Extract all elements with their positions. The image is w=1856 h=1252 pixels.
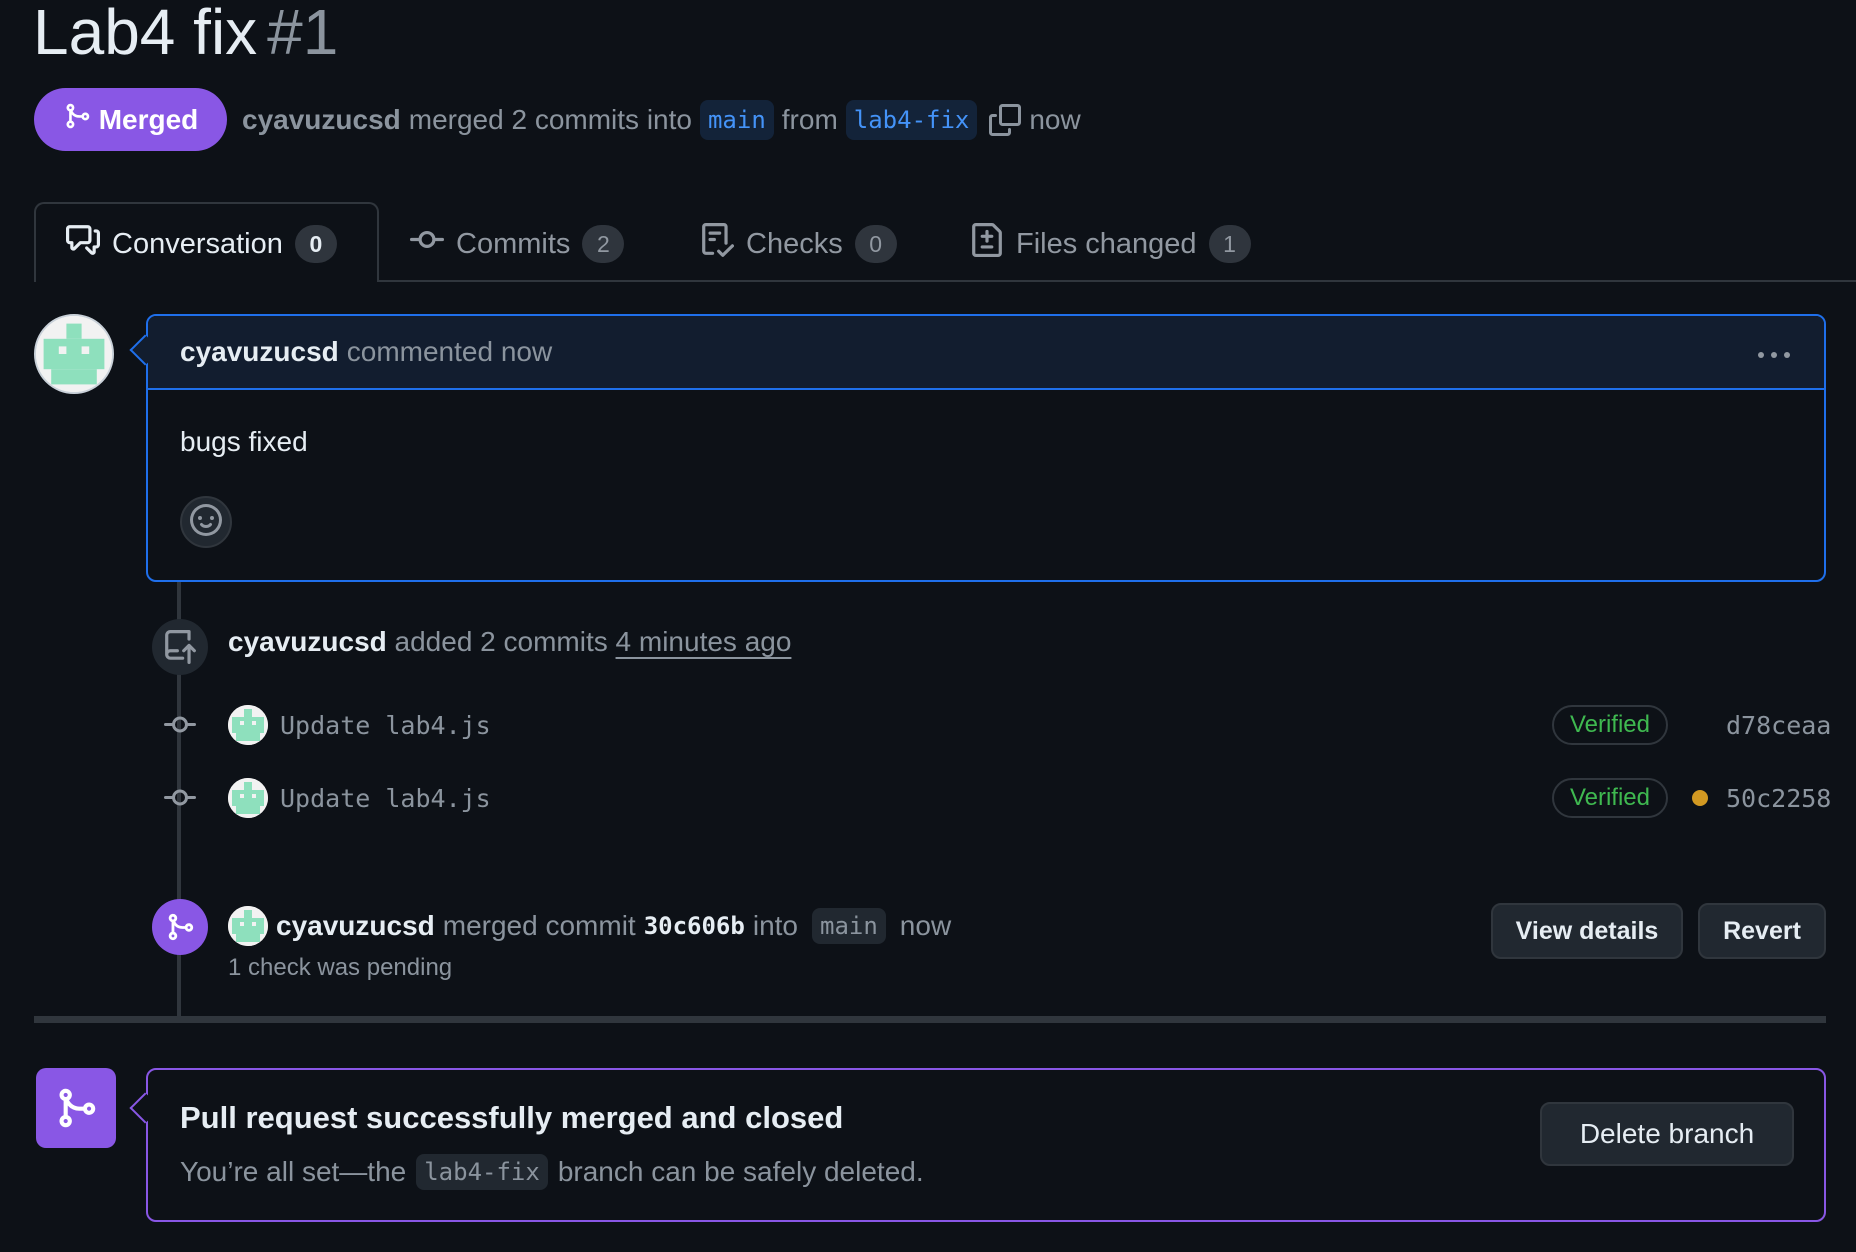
pr-merged-text: merged 2 commits into: [408, 104, 692, 135]
tab-label: Conversation: [112, 227, 283, 260]
event-action: merged commit: [442, 910, 636, 941]
verified-badge[interactable]: Verified: [1551, 705, 1668, 745]
commits-added-event: cyavuzucsd added 2 commits 4 minutes ago: [228, 626, 791, 658]
tab-counter: 1: [1208, 225, 1251, 263]
delete-branch-button[interactable]: Delete branch: [1540, 1102, 1794, 1166]
add-reaction-button[interactable]: [180, 496, 232, 548]
copy-icon[interactable]: [989, 104, 1022, 136]
tab-conversation[interactable]: Conversation 0: [66, 220, 337, 268]
comment-card: cyavuzucsd commented now bugs fixed: [146, 314, 1826, 582]
comment-action: commented now: [346, 336, 553, 367]
checks-status-text[interactable]: 1 check was pending: [228, 954, 452, 982]
tab-label: Files changed: [1016, 227, 1197, 260]
merged-description: You’re all set—the lab4-fix branch can b…: [180, 1154, 924, 1190]
event-into-text: into: [752, 910, 798, 941]
commit-sha-link[interactable]: 50c2258: [1726, 784, 1831, 813]
timeline-end-divider: [34, 1016, 1826, 1023]
verified-badge[interactable]: Verified: [1551, 778, 1668, 818]
pending-status-icon[interactable]: [1692, 790, 1708, 806]
event-author-link[interactable]: cyavuzucsd: [276, 910, 435, 942]
revert-button[interactable]: Revert: [1698, 903, 1826, 959]
status-badge: Merged: [34, 88, 227, 151]
status-badge-label: Merged: [98, 103, 199, 135]
event-time-link[interactable]: 4 minutes ago: [616, 626, 792, 657]
commit-message-link[interactable]: Update lab4.js: [280, 711, 491, 740]
pr-meta: cyavuzucsd merged 2 commits into main fr…: [242, 98, 1081, 142]
tab-counter: 0: [294, 225, 337, 263]
git-merge-icon: [63, 102, 91, 137]
page-title: Lab4 fix #1: [33, 0, 338, 70]
tab-label: Checks: [746, 227, 843, 260]
deletable-branch-name: lab4-fix: [416, 1154, 548, 1190]
merged-desc-suffix: branch can be safely deleted.: [557, 1156, 924, 1187]
avatar[interactable]: [228, 705, 268, 745]
event-action: added 2 commits: [394, 626, 608, 657]
tab-files-changed[interactable]: Files changed 1: [970, 220, 1251, 268]
commit-row: Update lab4.js Verified 50c2258: [160, 774, 1831, 822]
avatar[interactable]: [228, 778, 268, 818]
merged-status-card: Pull request successfully merged and clo…: [146, 1068, 1826, 1222]
merge-commit-sha-link[interactable]: 30c606b: [644, 912, 745, 940]
git-commit-icon: [410, 223, 444, 265]
merged-heading: Pull request successfully merged and clo…: [180, 1100, 844, 1135]
tab-checks[interactable]: Checks 0: [700, 220, 897, 268]
event-time: now: [899, 910, 952, 941]
git-commit-icon: [160, 709, 200, 741]
tab-counter: 2: [582, 225, 625, 263]
git-merge-icon: [152, 899, 208, 955]
merged-desc-prefix: You’re all set—the: [180, 1156, 407, 1187]
head-branch-link[interactable]: lab4-fix: [845, 100, 978, 140]
tab-label: Commits: [456, 227, 571, 260]
git-merge-icon: [36, 1068, 116, 1148]
checklist-icon: [700, 223, 735, 265]
commit-row: Update lab4.js Verified d78ceaa: [160, 701, 1831, 749]
commit-sha-link[interactable]: d78ceaa: [1726, 711, 1831, 740]
tab-commits[interactable]: Commits 2: [410, 220, 625, 268]
pr-time: now: [1029, 104, 1081, 135]
base-branch-link[interactable]: main: [699, 100, 774, 140]
merge-branch-link[interactable]: main: [812, 908, 886, 944]
pr-author-link[interactable]: cyavuzucsd: [242, 104, 401, 136]
pr-from-text: from: [781, 104, 838, 135]
commit-message-link[interactable]: Update lab4.js: [280, 784, 491, 813]
comment-discussion-icon: [66, 223, 100, 265]
tab-counter: 0: [854, 225, 897, 263]
comment-author-link[interactable]: cyavuzucsd: [180, 336, 339, 368]
repo-push-icon: [152, 619, 208, 675]
view-details-button[interactable]: View details: [1491, 903, 1683, 959]
avatar[interactable]: [228, 906, 268, 946]
avatar[interactable]: [34, 314, 114, 394]
pr-number: #1: [267, 0, 339, 68]
kebab-horizontal-icon[interactable]: [1756, 336, 1792, 368]
file-diff-icon: [970, 223, 1004, 265]
merge-event: cyavuzucsd merged commit 30c606b into ma…: [228, 906, 951, 946]
git-commit-icon: [160, 782, 200, 814]
comment-body: bugs fixed: [180, 426, 308, 457]
merge-event-text: cyavuzucsd merged commit 30c606b into ma…: [276, 908, 951, 944]
pr-title-text: Lab4 fix: [33, 0, 258, 68]
comment-header: cyavuzucsd commented now: [148, 316, 1824, 390]
event-author-link[interactable]: cyavuzucsd: [228, 626, 387, 657]
smiley-icon: [190, 503, 222, 541]
